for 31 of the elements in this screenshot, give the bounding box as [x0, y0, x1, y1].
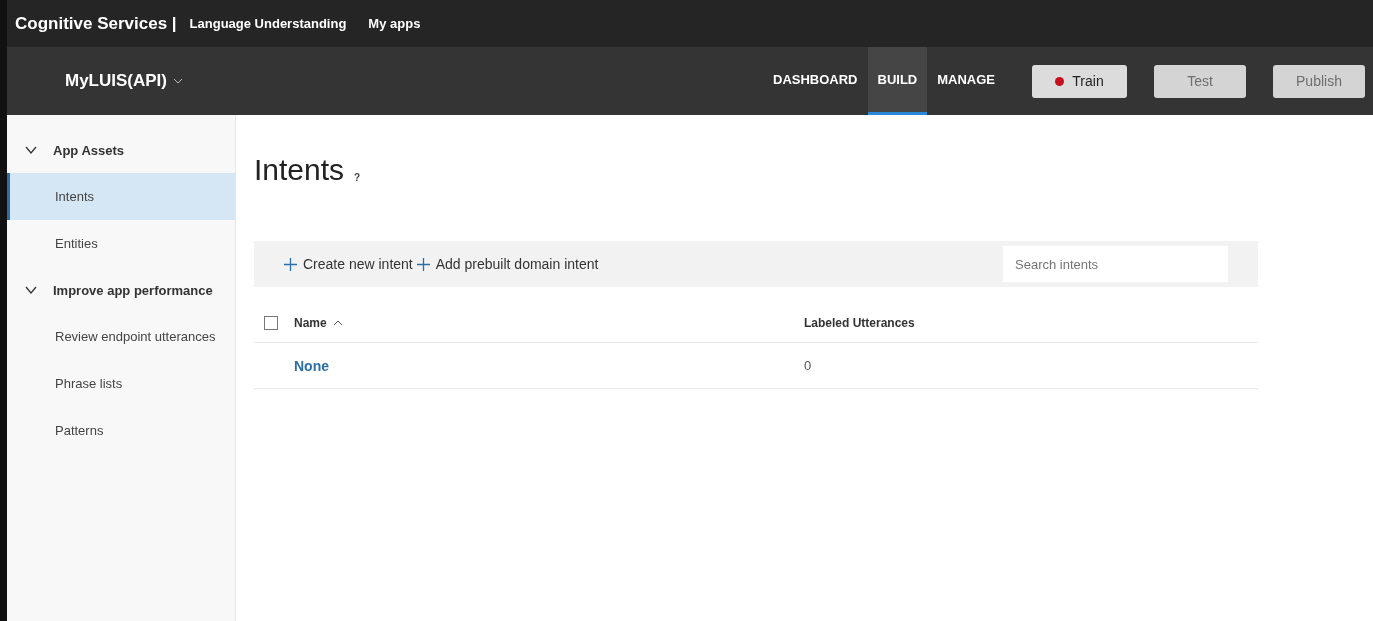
sidebar-item[interactable]: Intents — [7, 173, 235, 220]
search-field[interactable]: Search intents — [1003, 246, 1228, 282]
chevron-down-icon — [25, 146, 37, 154]
column-header[interactable]: Labeled Utterances — [804, 315, 915, 330]
sidebar-item[interactable]: Phrase lists — [7, 360, 235, 407]
product-link[interactable]: Language Understanding — [189, 16, 347, 31]
plus-icon — [416, 257, 430, 271]
select-all-checkbox[interactable] — [264, 315, 278, 330]
section-header[interactable]: App Assets — [7, 127, 235, 173]
nav-tab[interactable]: DASHBOARD — [763, 47, 868, 115]
nav-tab[interactable]: MANAGE — [927, 47, 1005, 115]
section-header[interactable]: Improve app performance — [7, 267, 235, 313]
page-title: Intents — [254, 153, 345, 187]
app-selector[interactable]: MyLUIS(API) — [7, 47, 183, 115]
column-header[interactable]: Name — [294, 315, 804, 330]
table-cell: 0 — [804, 358, 812, 373]
plus-icon — [284, 257, 297, 271]
sort-ascending-icon — [332, 319, 343, 326]
help-icon[interactable]: ? — [354, 172, 361, 183]
chevron-down-icon — [173, 78, 183, 84]
my-apps-link[interactable]: My apps — [368, 16, 421, 31]
brand-title: Cognitive Services | — [15, 13, 177, 34]
train-button[interactable]: Train — [1032, 64, 1127, 98]
toolbar-action[interactable]: Add prebuilt domain intent — [416, 256, 603, 272]
chevron-down-icon — [25, 286, 37, 294]
sidebar-item[interactable]: Review endpoint utterances — [7, 313, 235, 360]
sidebar-item[interactable]: Patterns — [7, 407, 235, 454]
toolbar-action[interactable]: Create new intent — [284, 256, 417, 272]
sidebar-item[interactable]: Entities — [7, 220, 235, 267]
intent-link[interactable]: None — [294, 357, 804, 374]
nav-tab[interactable]: BUILD — [867, 47, 928, 115]
